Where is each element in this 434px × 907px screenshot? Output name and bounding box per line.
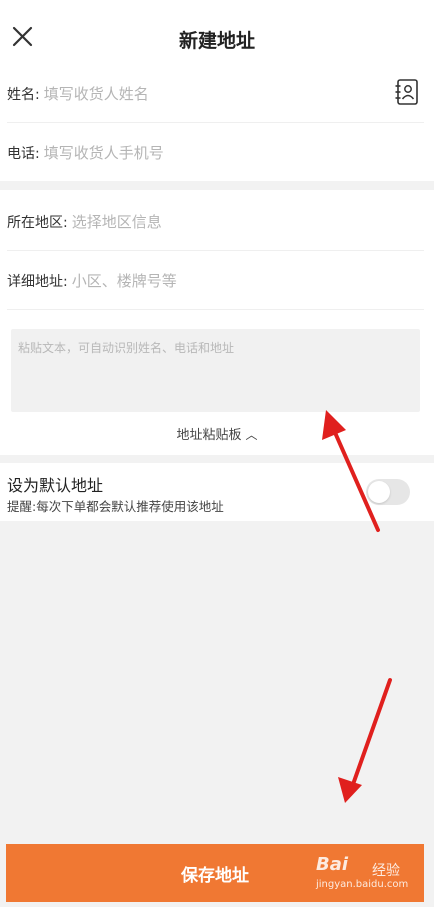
paste-placeholder: 粘贴文本，可自动识别姓名、电话和地址	[18, 341, 235, 355]
paste-board-toggle[interactable]: 地址粘贴板 ︿	[0, 424, 434, 443]
detail-input[interactable]: 小区、楼牌号等	[72, 270, 177, 291]
phone-field[interactable]: 电话: 填写收货人手机号	[0, 123, 434, 182]
detail-label: 详细地址:	[7, 273, 68, 290]
name-label: 姓名:	[7, 86, 40, 103]
divider	[7, 309, 424, 310]
watermark-brand: 经验	[372, 863, 400, 879]
region-field[interactable]: 所在地区: 选择地区信息	[0, 192, 434, 251]
name-field[interactable]: 姓名: 填写收货人姓名	[0, 64, 434, 123]
contacts-book-icon[interactable]	[394, 78, 420, 106]
phone-input[interactable]: 填写收货人手机号	[44, 142, 164, 163]
address-section: 所在地区: 选择地区信息 详细地址: 小区、楼牌号等	[0, 190, 434, 455]
toggle-knob	[368, 481, 390, 503]
default-address-title: 设为默认地址	[7, 476, 104, 495]
default-address-hint: 提醒:每次下单都会默认推荐使用该地址	[7, 499, 224, 514]
contact-section: 姓名: 填写收货人姓名 电话: 填写收货人手机号	[0, 64, 434, 181]
phone-label: 电话:	[7, 145, 40, 162]
arrow-to-save-button	[338, 678, 392, 803]
save-address-label: 保存地址	[181, 865, 249, 886]
default-address-toggle[interactable]	[366, 479, 410, 505]
page-title: 新建地址	[178, 30, 255, 52]
region-input[interactable]: 选择地区信息	[72, 211, 162, 232]
chevron-up-icon: ︿	[245, 428, 258, 442]
watermark-logo: Bai	[316, 854, 349, 875]
paste-board-label: 地址粘贴板	[176, 428, 242, 443]
detail-field[interactable]: 详细地址: 小区、楼牌号等	[0, 251, 434, 310]
region-label: 所在地区:	[7, 214, 68, 231]
watermark: Bai 经验 jingyan.baidu.com	[316, 852, 416, 896]
name-input[interactable]: 填写收货人姓名	[44, 83, 149, 104]
paste-textarea[interactable]: 粘贴文本，可自动识别姓名、电话和地址	[11, 329, 420, 412]
watermark-url: jingyan.baidu.com	[316, 879, 409, 890]
